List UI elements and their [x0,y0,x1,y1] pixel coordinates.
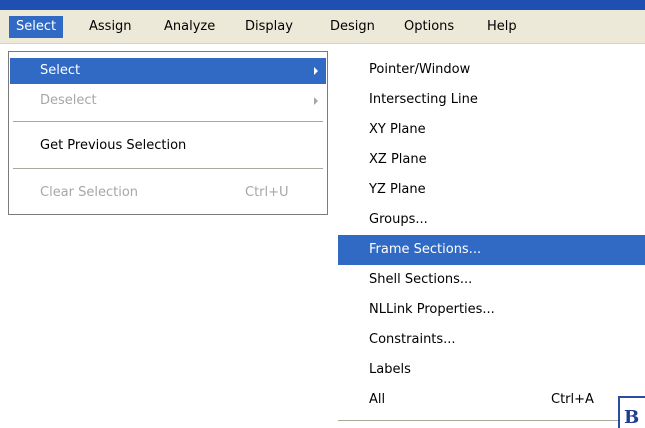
submenu-item-intersecting-line[interactable]: Intersecting Line [338,85,645,115]
menu-item-deselect[interactable]: Deselect [10,88,326,114]
submenu-item-shortcut: Ctrl+A [551,392,594,407]
menu-display[interactable]: Display [238,16,300,38]
submenu-item-label: XY Plane [369,122,426,137]
submenu-item-shell-sections[interactable]: Shell Sections... [338,265,645,295]
submenu-item-label: NLLink Properties... [369,302,495,317]
menu-item-shortcut: Ctrl+U [245,185,289,200]
select-dropdown-menu: Select Deselect Get Previous Selection C… [8,51,328,215]
menu-item-label: Get Previous Selection [40,138,187,153]
menu-bar: Select Assign Analyze Display Design Opt… [0,10,645,44]
submenu-item-label: Labels [369,362,411,377]
submenu-item-xy-plane[interactable]: XY Plane [338,115,645,145]
submenu-item-xz-plane[interactable]: XZ Plane [338,145,645,175]
menu-item-get-previous-selection[interactable]: Get Previous Selection [10,133,326,159]
submenu-item-groups[interactable]: Groups... [338,205,645,235]
submenu-item-label: Groups... [369,212,428,227]
submenu-item-yz-plane[interactable]: YZ Plane [338,175,645,205]
menu-design[interactable]: Design [323,16,382,38]
submenu-bottom-border [338,420,645,421]
submenu-item-labels[interactable]: Labels [338,355,645,385]
submenu-item-label: Pointer/Window [369,62,471,77]
submenu-arrow-icon [314,97,318,105]
menu-analyze[interactable]: Analyze [157,16,222,38]
submenu-item-label: Frame Sections... [369,242,482,257]
menu-help[interactable]: Help [480,16,524,38]
submenu-item-label: Shell Sections... [369,272,473,287]
menu-item-clear-selection[interactable]: Clear Selection Ctrl+U [10,180,326,206]
menu-item-select[interactable]: Select [10,58,326,84]
menu-item-label: Clear Selection [40,185,139,200]
menu-item-label: Select [40,63,81,78]
submenu-item-label: Constraints... [369,332,456,347]
submenu-item-label: All [369,392,386,407]
select-submenu: Pointer/Window Intersecting Line XY Plan… [338,51,645,428]
submenu-item-nllink-properties[interactable]: NLLink Properties... [338,295,645,325]
menu-assign[interactable]: Assign [82,16,139,38]
menu-separator [13,121,323,122]
corner-label-box: B [618,396,645,428]
submenu-item-pointer-window[interactable]: Pointer/Window [338,55,645,85]
submenu-item-label: YZ Plane [369,182,426,197]
menu-select[interactable]: Select [9,16,64,38]
submenu-item-constraints[interactable]: Constraints... [338,325,645,355]
menu-separator [13,168,323,169]
submenu-item-all[interactable]: All Ctrl+A [338,385,645,415]
window-title-strip [0,0,645,10]
submenu-item-frame-sections[interactable]: Frame Sections... [338,235,645,265]
submenu-arrow-icon [314,67,318,75]
menu-item-label: Deselect [40,93,97,108]
submenu-item-label: Intersecting Line [369,92,478,107]
submenu-item-label: XZ Plane [369,152,427,167]
menu-options[interactable]: Options [397,16,461,38]
